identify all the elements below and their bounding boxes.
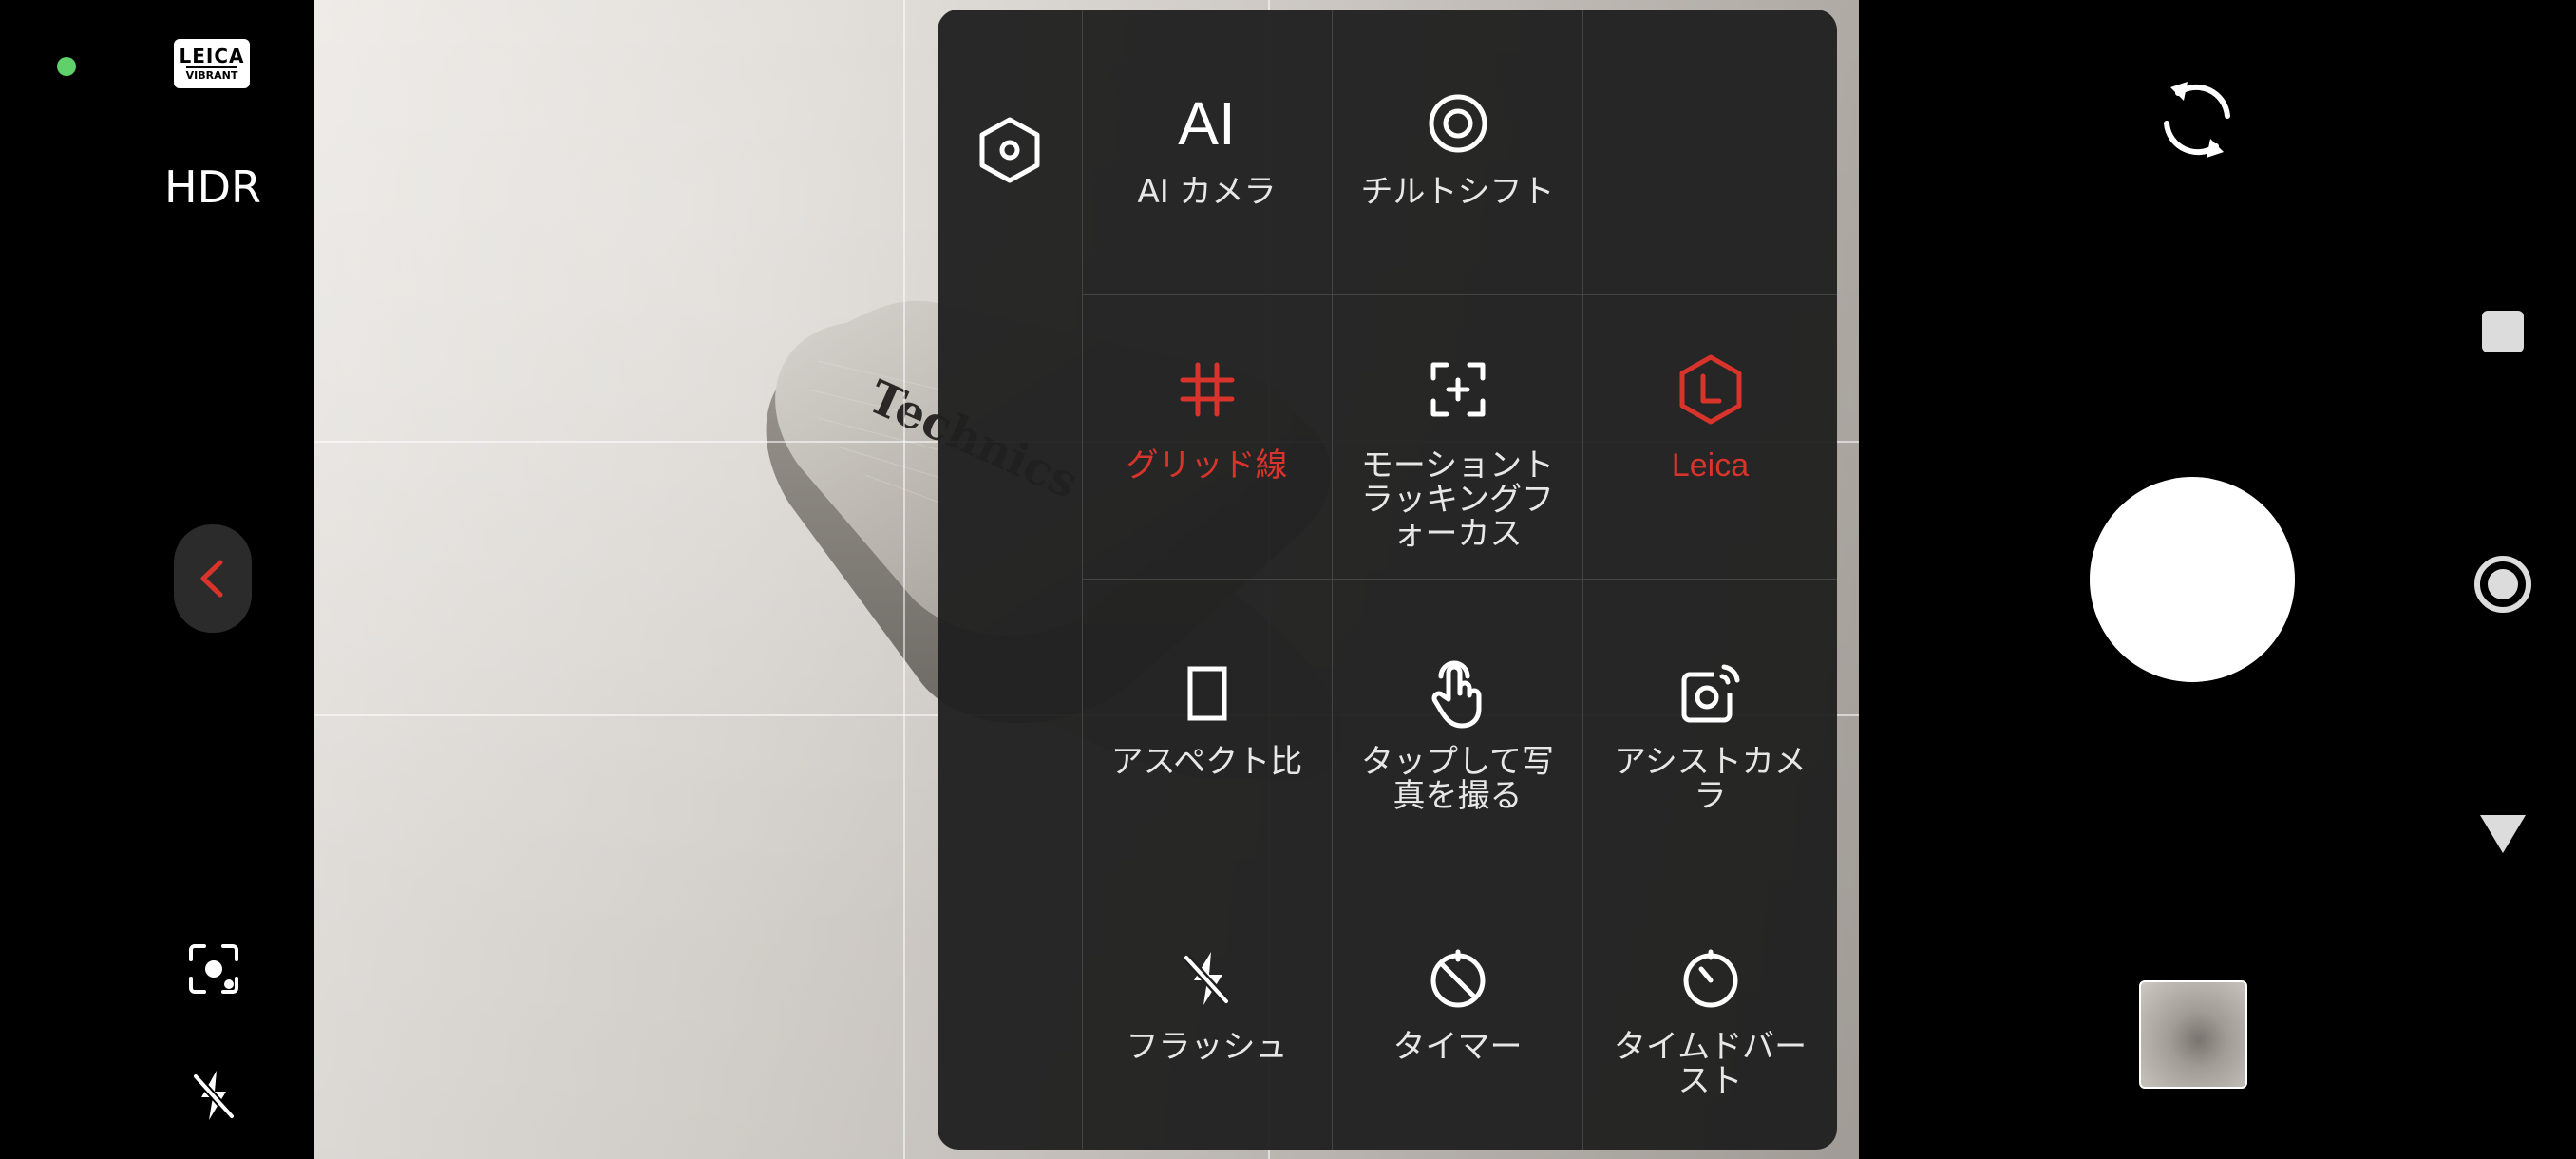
panel-side-column (938, 10, 1083, 1150)
leica-badge-line1: LEICA (179, 45, 245, 67)
flash-toggle-button[interactable] (180, 1062, 247, 1129)
tap-to-shoot-label: タップして写真を撮る (1361, 743, 1554, 815)
ai-camera-label: AI カメラ (1137, 173, 1277, 211)
recents-square-icon (2482, 311, 2524, 352)
timed-burst-label: タイムドバースト (1613, 1028, 1808, 1100)
home-circle-icon (2474, 556, 2531, 613)
switch-camera-button[interactable] (2144, 66, 2250, 173)
motion-tracking-focus-icon (1430, 362, 1485, 417)
nav-recents-button[interactable] (2481, 310, 2525, 353)
nav-home-button[interactable] (2472, 553, 2534, 616)
leica-label: Leica (1671, 447, 1750, 484)
leica-mode-toggle[interactable]: Leica (1583, 294, 1837, 580)
tap-to-shoot-icon (1431, 660, 1481, 729)
timer-label: タイマー (1392, 1028, 1523, 1066)
nav-back-button[interactable] (2475, 809, 2530, 857)
tap-to-shoot-toggle[interactable]: タップして写真を撮る (1333, 580, 1583, 864)
grid-line-vertical-1 (903, 0, 905, 1159)
leica-vibrant-mode-button[interactable]: LEICA VIBRANT (174, 39, 250, 88)
gallery-thumbnail[interactable] (2139, 980, 2247, 1089)
timed-burst-icon (1683, 949, 1737, 1008)
leica-hexagon-icon (1679, 354, 1741, 425)
ai-icon: AI (1178, 86, 1235, 162)
grid-lines-toggle[interactable]: グリッド線 (1082, 294, 1333, 580)
aspect-ratio-label: アスペクト比 (1110, 743, 1303, 781)
quick-settings-panel: AI AI カメラ チルトシフト グリッド線 モーショントラッキングフォーカス … (938, 10, 1837, 1150)
flash-setting-toggle[interactable]: フラッシュ (1082, 864, 1333, 1150)
chevron-left-icon (200, 560, 223, 598)
motion-tracking-focus-toggle[interactable]: モーショントラッキングフォーカス (1333, 294, 1583, 580)
tilt-shift-label: チルトシフト (1360, 173, 1555, 211)
tilt-shift-icon (1429, 94, 1487, 153)
aspect-ratio-toggle[interactable]: アスペクト比 (1082, 580, 1333, 864)
aspect-ratio-icon (1187, 666, 1226, 721)
tilt-shift-toggle[interactable]: チルトシフト (1333, 10, 1583, 294)
settings-hexagon-icon (979, 117, 1040, 183)
shutter-button[interactable] (2090, 477, 2295, 682)
switch-camera-icon (2164, 82, 2230, 158)
empty-cell (1583, 10, 1837, 294)
flash-off-icon (193, 1071, 235, 1120)
timer-toggle[interactable]: タイマー (1333, 864, 1583, 1150)
focus-frame-icon (189, 944, 238, 994)
back-triangle-icon (2480, 815, 2526, 853)
motion-tracking-focus-label: モーショントラッキングフォーカス (1360, 446, 1555, 553)
timer-off-icon (1430, 949, 1485, 1008)
timed-burst-toggle[interactable]: タイムドバースト (1583, 864, 1837, 1150)
grid-lines-label: グリッド線 (1126, 446, 1288, 484)
ai-glyph: AI (1178, 89, 1236, 158)
grid-icon (1180, 362, 1234, 417)
focus-lock-button[interactable] (180, 936, 247, 1002)
leica-badge-line2: VIBRANT (185, 66, 238, 82)
assist-camera-icon (1681, 664, 1739, 723)
flash-label: フラッシュ (1126, 1028, 1288, 1066)
ai-camera-toggle[interactable]: AI AI カメラ (1082, 10, 1333, 294)
hdr-toggle[interactable]: HDR (152, 162, 274, 213)
assist-camera-toggle[interactable]: アシストカメラ (1583, 580, 1837, 864)
collapse-panel-button[interactable] (174, 524, 252, 633)
recording-indicator-dot (57, 57, 76, 76)
assist-camera-label: アシストカメラ (1614, 743, 1807, 815)
left-control-rail: LEICA VIBRANT HDR (0, 0, 314, 1159)
flash-off-icon (1183, 952, 1229, 1005)
settings-button[interactable] (974, 114, 1046, 186)
